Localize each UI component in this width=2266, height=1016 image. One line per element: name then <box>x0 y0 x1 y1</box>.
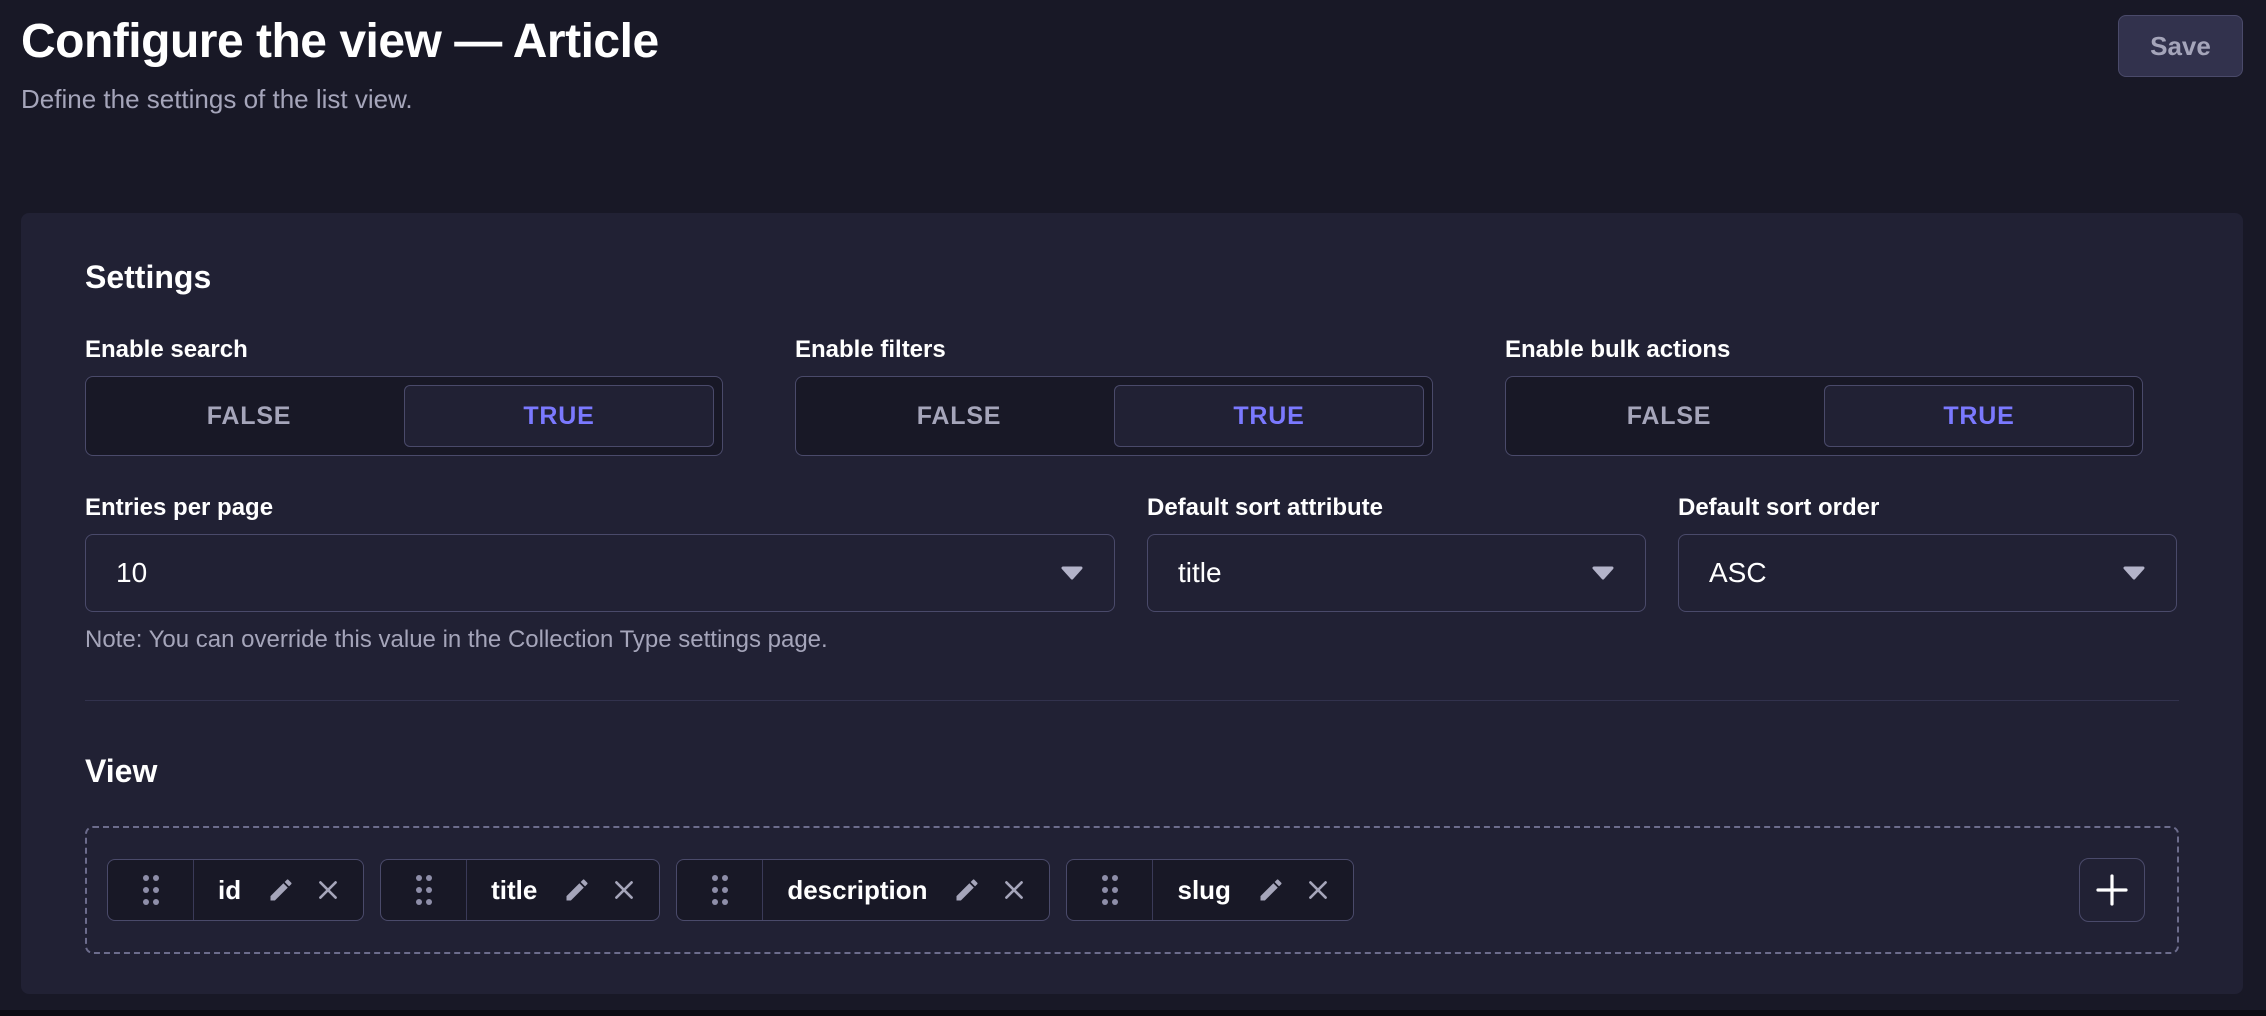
chip-drag-handle[interactable] <box>677 860 763 920</box>
default-sort-attribute-select[interactable]: title <box>1147 534 1646 612</box>
field-layout-dropzone: id title <box>85 826 2179 954</box>
drag-handle-icon <box>1099 873 1121 907</box>
toggle-option-false[interactable]: FALSE <box>1514 385 1824 447</box>
select-field-sort-order: Default sort order ASC <box>1678 494 2177 612</box>
remove-field-button[interactable] <box>315 877 341 903</box>
caret-down-icon <box>1591 565 1615 581</box>
page-header: Configure the view — Article Define the … <box>0 0 2266 213</box>
chip-label: title <box>491 875 537 906</box>
toggle-option-false[interactable]: FALSE <box>94 385 404 447</box>
toggle-field-enable-filters: Enable filters FALSE TRUE <box>795 336 1433 456</box>
settings-heading: Settings <box>85 259 2179 296</box>
drag-handle-icon <box>709 873 731 907</box>
field-label: Default sort attribute <box>1147 494 1646 522</box>
toggle-field-enable-search: Enable search FALSE TRUE <box>85 336 723 456</box>
chip-label: id <box>218 875 241 906</box>
drag-handle-icon <box>140 873 162 907</box>
configure-view-panel: Settings Enable search FALSE TRUE Enable… <box>21 213 2243 994</box>
pencil-icon <box>267 876 295 904</box>
plus-icon <box>2094 872 2130 908</box>
section-divider <box>85 700 2179 701</box>
edit-field-button[interactable] <box>1257 876 1285 904</box>
field-chip: title <box>380 859 660 921</box>
toggle-option-false[interactable]: FALSE <box>804 385 1114 447</box>
edit-field-button[interactable] <box>563 876 591 904</box>
field-chip: description <box>676 859 1050 921</box>
save-button[interactable]: Save <box>2118 15 2243 77</box>
close-icon <box>315 877 341 903</box>
select-field-sort-attribute: Default sort attribute title <box>1147 494 1646 612</box>
chip-label: description <box>787 875 927 906</box>
page-subtitle: Define the settings of the list view. <box>21 84 2243 115</box>
chip-drag-handle[interactable] <box>1067 860 1153 920</box>
select-value: title <box>1178 557 1222 589</box>
pencil-icon <box>1257 876 1285 904</box>
field-chip: id <box>107 859 364 921</box>
chip-label: slug <box>1177 875 1230 906</box>
toggle-option-true[interactable]: TRUE <box>1824 385 2134 447</box>
window-bottom-edge <box>0 1010 2266 1016</box>
drag-handle-icon <box>413 873 435 907</box>
remove-field-button[interactable] <box>611 877 637 903</box>
close-icon <box>1305 877 1331 903</box>
toggle-option-true[interactable]: TRUE <box>404 385 714 447</box>
entries-per-page-select[interactable]: 10 <box>85 534 1115 612</box>
toggle-option-true[interactable]: TRUE <box>1114 385 1424 447</box>
field-chip: slug <box>1066 859 1353 921</box>
default-sort-order-select[interactable]: ASC <box>1678 534 2177 612</box>
field-label: Default sort order <box>1678 494 2177 522</box>
field-label: Enable bulk actions <box>1505 336 2143 364</box>
caret-down-icon <box>1060 565 1084 581</box>
select-field-entries-per-page: Entries per page 10 <box>85 494 1115 612</box>
chip-body: description <box>763 860 1049 920</box>
enable-bulk-actions-toggle: FALSE TRUE <box>1505 376 2143 456</box>
field-label: Enable search <box>85 336 723 364</box>
field-label: Entries per page <box>85 494 1115 522</box>
enable-filters-toggle: FALSE TRUE <box>795 376 1433 456</box>
settings-toggles-row: Enable search FALSE TRUE Enable filters … <box>85 336 2179 456</box>
chip-body: slug <box>1153 860 1352 920</box>
view-heading: View <box>85 753 2179 790</box>
edit-field-button[interactable] <box>267 876 295 904</box>
edit-field-button[interactable] <box>953 876 981 904</box>
close-icon <box>611 877 637 903</box>
caret-down-icon <box>2122 565 2146 581</box>
close-icon <box>1001 877 1027 903</box>
remove-field-button[interactable] <box>1001 877 1027 903</box>
pencil-icon <box>563 876 591 904</box>
enable-search-toggle: FALSE TRUE <box>85 376 723 456</box>
select-value: 10 <box>116 557 147 589</box>
toggle-field-enable-bulk-actions: Enable bulk actions FALSE TRUE <box>1505 336 2143 456</box>
chip-drag-handle[interactable] <box>381 860 467 920</box>
remove-field-button[interactable] <box>1305 877 1331 903</box>
select-value: ASC <box>1709 557 1767 589</box>
chip-drag-handle[interactable] <box>108 860 194 920</box>
entries-note: Note: You can override this value in the… <box>85 626 2179 654</box>
page-title: Configure the view — Article <box>21 16 2243 68</box>
settings-selects-row: Entries per page 10 Default sort attribu… <box>85 494 2179 612</box>
chip-body: id <box>194 860 363 920</box>
field-label: Enable filters <box>795 336 1433 364</box>
chip-body: title <box>467 860 659 920</box>
add-field-button[interactable] <box>2079 858 2145 922</box>
pencil-icon <box>953 876 981 904</box>
